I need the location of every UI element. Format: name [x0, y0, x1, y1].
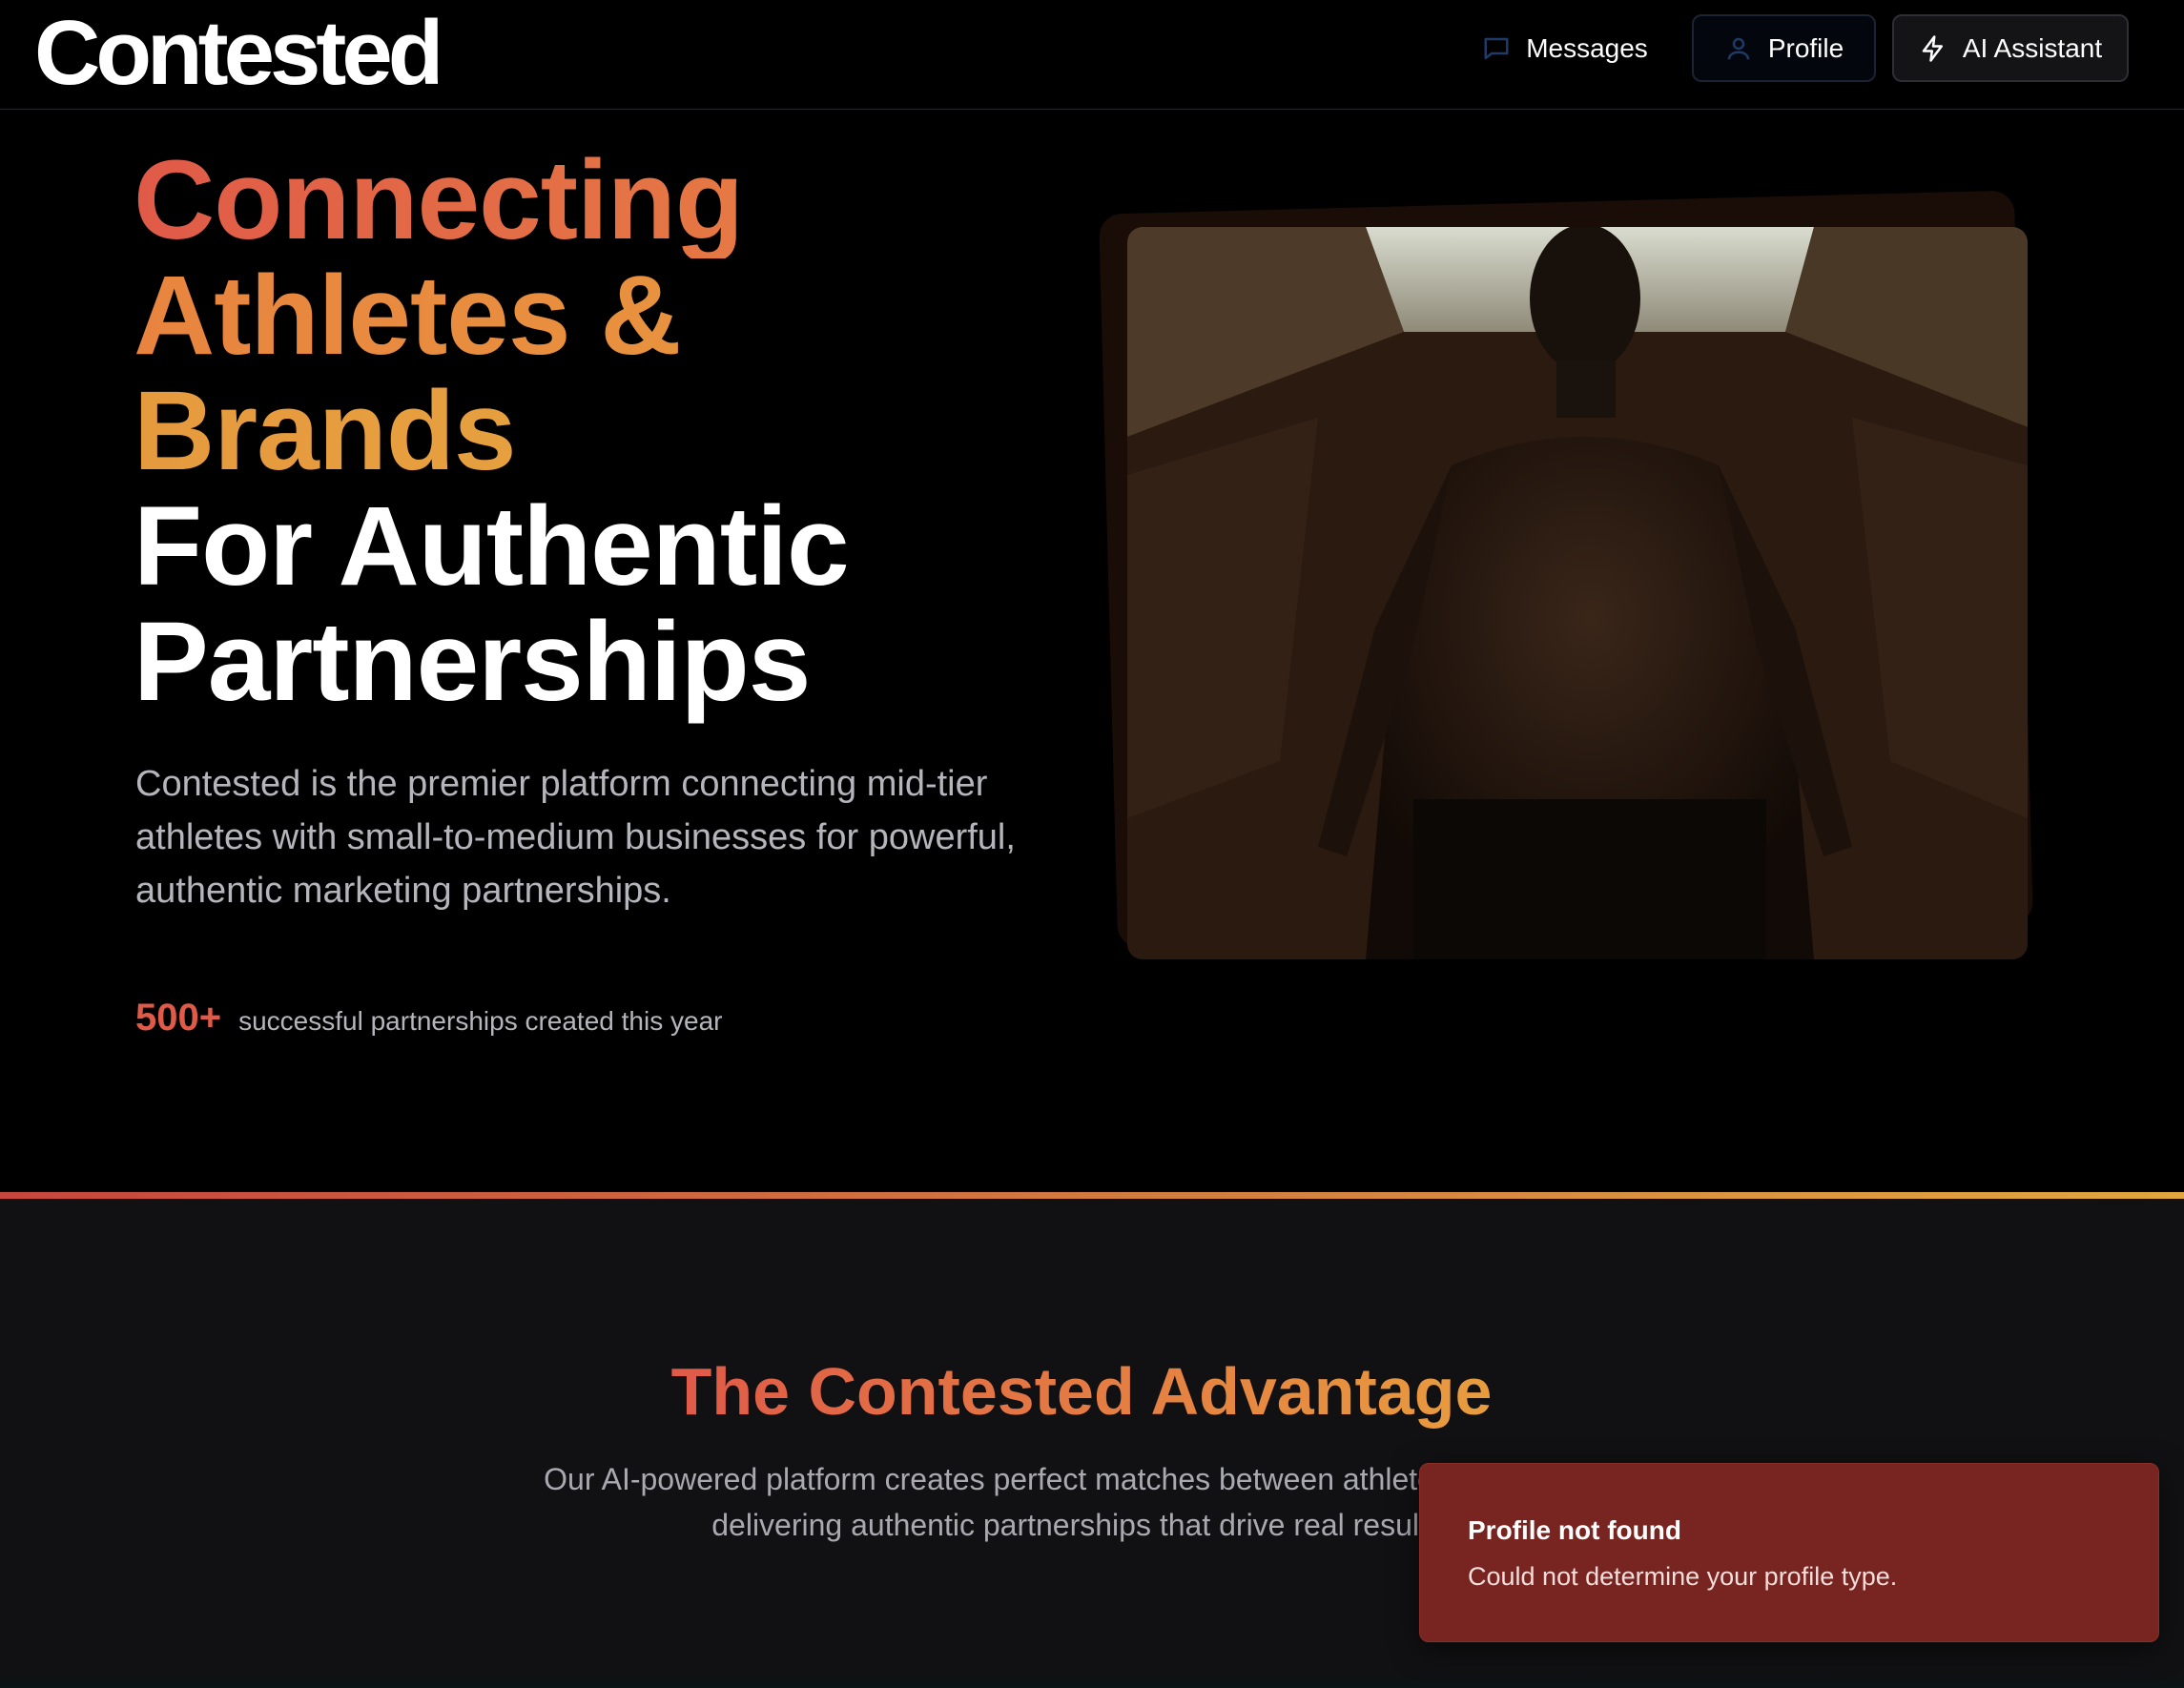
partnership-stat: 500+ successful partnerships created thi…	[135, 997, 722, 1040]
messages-button[interactable]: Messages	[1465, 14, 1665, 82]
ai-assistant-label: AI Assistant	[1962, 32, 2103, 63]
hero-title-line-1: Connecting	[134, 143, 1087, 258]
stat-label: successful partnerships created this yea…	[238, 1006, 723, 1036]
profile-button[interactable]: Profile	[1692, 14, 1876, 82]
hero-description: Contested is the premier platform connec…	[135, 764, 1016, 911]
advantage-title: The Contested Advantage	[0, 1351, 2163, 1431]
athlete-photo	[1127, 227, 2028, 959]
logo[interactable]: Contested	[34, 2, 443, 105]
next-section-edge	[0, 1674, 2184, 1688]
lightning-bolt-icon	[1919, 34, 1947, 63]
profile-label: Profile	[1767, 32, 1844, 63]
toast-title: Profile not found	[1468, 1515, 1681, 1545]
hero-title: Connecting Athletes & Brands For Authent…	[134, 143, 1087, 720]
messages-label: Messages	[1526, 32, 1648, 63]
ai-assistant-button[interactable]: AI Assistant	[1892, 14, 2129, 82]
user-icon	[1724, 34, 1753, 63]
hero-title-line-3: Brands	[134, 374, 1087, 489]
hero-title-line-5: Partnerships	[134, 599, 811, 725]
error-toast[interactable]: Profile not found Could not determine yo…	[1419, 1463, 2159, 1642]
hero-title-line-2: Athletes &	[134, 258, 1087, 374]
message-square-icon	[1482, 34, 1511, 63]
section-divider	[0, 1192, 2184, 1199]
advantage-title-text: The Contested Advantage	[670, 1354, 1493, 1429]
page: Contested Messages Profile AI Assistant …	[0, 0, 2184, 1688]
site-header: Contested Messages Profile AI Assistant	[0, 0, 2184, 110]
toast-message: Could not determine your profile type.	[1468, 1562, 1898, 1591]
hero-title-line-4: For Authentic	[134, 484, 850, 609]
stat-value: 500+	[135, 997, 222, 1039]
